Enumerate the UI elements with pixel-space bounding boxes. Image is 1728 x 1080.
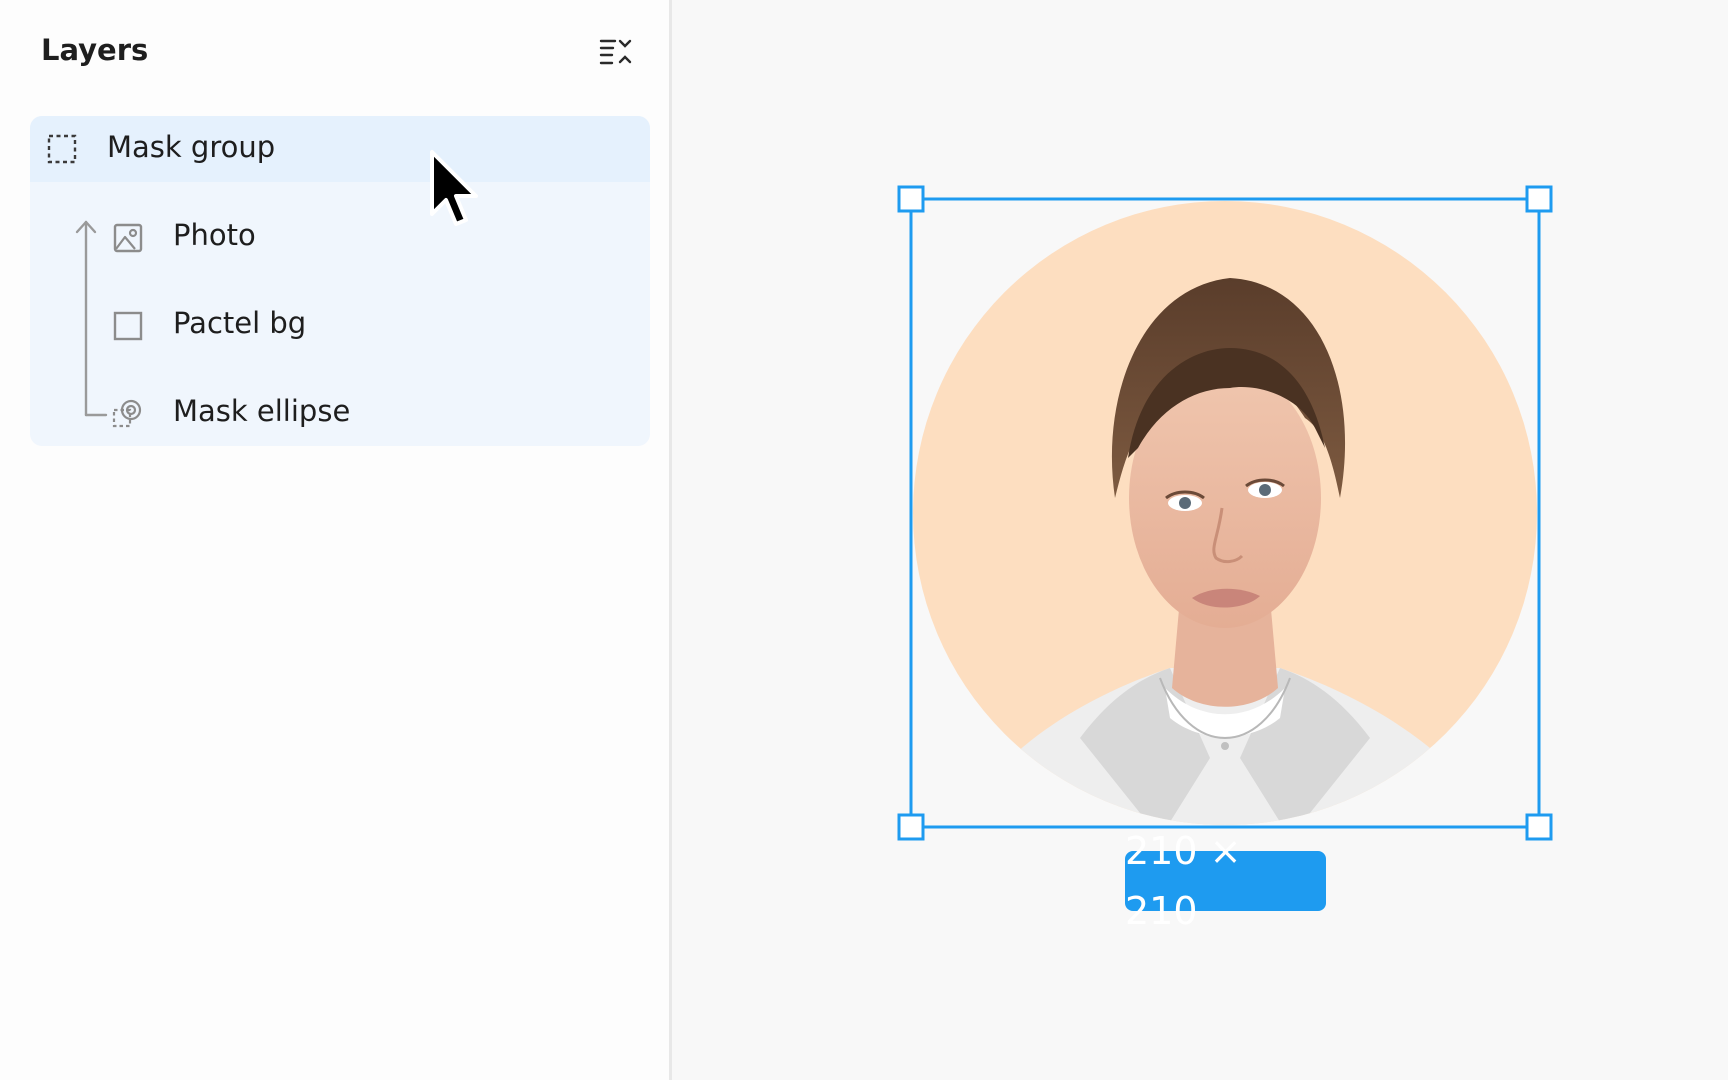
- resize-handle-bottom-right: [1525, 813, 1553, 841]
- layer-row-mask-ellipse[interactable]: Mask ellipse: [30, 370, 650, 446]
- collapse-layers-button[interactable]: [596, 32, 636, 72]
- collapse-list-icon: [599, 39, 632, 65]
- layer-row-pactel-bg[interactable]: Pactel bg: [30, 282, 650, 370]
- layers-panel: Layers Mask group Photo Pactel bg Mask e…: [0, 0, 672, 1080]
- rectangle-icon: [110, 308, 146, 344]
- mask-group-selection[interactable]: [897, 185, 1553, 841]
- dimension-badge: 210 × 210: [1125, 829, 1326, 933]
- panel-title: Layers: [41, 33, 149, 67]
- avatar-artwork: [897, 185, 1553, 841]
- layer-row-photo[interactable]: Photo: [30, 194, 650, 282]
- resize-handle-top-left: [897, 185, 925, 213]
- layer-row-mask-group[interactable]: Mask group: [30, 116, 650, 182]
- layer-label: Mask group: [107, 130, 276, 164]
- design-canvas[interactable]: 210 × 210: [672, 0, 1728, 1080]
- layer-group-mask: Mask group Photo Pactel bg Mask ellipse: [30, 116, 650, 446]
- resize-handle-bottom-left: [897, 813, 925, 841]
- mask-ellipse-icon: [110, 396, 146, 432]
- app-window: Layers Mask group Photo Pactel bg Mask e…: [0, 0, 1728, 1080]
- resize-handle-top-right: [1525, 185, 1553, 213]
- layer-label: Photo: [173, 218, 256, 252]
- image-icon: [110, 220, 146, 256]
- layer-label: Mask ellipse: [173, 394, 351, 428]
- mask-group-icon: [44, 131, 80, 167]
- layer-label: Pactel bg: [173, 306, 307, 340]
